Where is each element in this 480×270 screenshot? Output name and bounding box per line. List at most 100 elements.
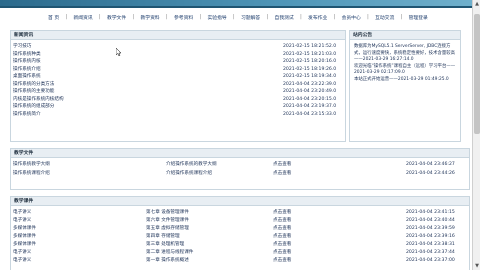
cw-view: 点击查看 (273, 250, 291, 257)
view-link[interactable]: 点击查看 (273, 218, 291, 223)
nav-separator: | (166, 14, 168, 20)
news-link[interactable]: 操作系统种类 (13, 52, 41, 57)
cw-chapter: 第一章 操作系统概述 (146, 258, 189, 265)
news-date: 2021-04-04 23:15:33.0 (283, 112, 336, 119)
news-link[interactable]: 桌面操作系统 (13, 74, 41, 79)
table-row: 操作系统教学大纲 (13, 162, 50, 169)
cw-date-text: 2021-04-04 23:39:59 (406, 226, 455, 231)
nav-interaction[interactable]: 互动交流 (375, 14, 394, 21)
table-row: 电子讲义 (13, 250, 31, 257)
list-item: 操作系统内核 (13, 59, 41, 66)
scroll-down-arrow-icon[interactable]: ▼ (474, 263, 480, 269)
file-name-link[interactable]: 操作系统课程介绍 (13, 171, 50, 176)
nav-lab-guide[interactable]: 实验指导 (208, 14, 227, 21)
nav-teaching-files[interactable]: 教学文件 (107, 14, 126, 21)
news-date-text: 2021-02-15 18:20:16.0 (283, 59, 337, 64)
cw-date: 2021-04-04 23:37:00 (406, 258, 455, 265)
table-row: 电子讲义 (13, 210, 31, 217)
cw-date-text: 2021-04-04 23:37:44 (406, 250, 455, 255)
nav-news[interactable]: 新闻资讯 (73, 14, 92, 21)
news-date: 2021-04-04 23:20:49.0 (283, 89, 336, 96)
cw-date: 2021-04-04 23:39:16 (406, 234, 455, 241)
cw-date: 2021-04-04 23:37:44 (406, 250, 455, 257)
scroll-up-arrow-icon[interactable]: ▲ (474, 1, 480, 7)
cw-chapter: 第五章 虚拟存储管理 (146, 226, 189, 233)
cw-chapter-text: 第五章 虚拟存储管理 (146, 226, 189, 231)
list-item: 学习技巧 (13, 44, 31, 51)
news-date-text: 2021-02-15 18:19:26.0 (283, 66, 337, 72)
cw-type: 多媒体课件 (13, 226, 36, 231)
cw-date-text: 2021-04-04 23:37:00 (406, 258, 455, 263)
file-view: 点击查看 (273, 162, 291, 169)
view-link[interactable]: 点击查看 (273, 226, 291, 231)
news-link[interactable]: 操作系统简介 (13, 112, 41, 117)
news-link[interactable]: 学习技巧 (13, 44, 31, 49)
view-link[interactable]: 点击查看 (273, 234, 291, 239)
cw-date-text: 2021-04-04 23:38:31 (406, 242, 455, 247)
cw-type: 电子讲义 (13, 210, 32, 215)
news-link[interactable]: 内核是操作系统内核结构 (13, 97, 64, 102)
file-date: 2021-04-04 23:44:26 (406, 171, 455, 178)
news-date: 2021-02-15 18:19:26.0 (283, 67, 336, 74)
notice-panel: 站内公告 数据库为MySQL5.1 ServerServer, JDBC连接方式… (349, 30, 461, 142)
list-item: 操作系统的组成部分 (13, 104, 54, 111)
cw-chapter-text: 第七章 设备管理课件 (146, 210, 189, 215)
news-date-text: 2021-02-15 18:19:34.0 (283, 74, 337, 79)
news-panel-title: 新闻资讯 (11, 31, 345, 40)
nav-separator: | (266, 14, 269, 20)
nav-separator: | (98, 14, 101, 20)
nav-home[interactable]: 首 页 (48, 14, 59, 21)
file-desc: 介绍操作系统课程介绍 (166, 171, 212, 178)
news-link[interactable]: 操作系统的主要功能 (13, 89, 54, 94)
news-link[interactable]: 操作系统介绍 (13, 67, 41, 72)
file-desc-text: 介绍操作系统课程介绍 (166, 171, 212, 176)
view-link[interactable]: 点击查看 (273, 162, 291, 167)
cw-date-text: 2021-04-04 23:40:44 (406, 218, 455, 223)
table-row: 电子讲义 (13, 258, 31, 265)
list-item: 桌面操作系统 (13, 74, 41, 81)
news-date: 2021-02-15 18:19:34.0 (283, 74, 336, 81)
view-link[interactable]: 点击查看 (273, 171, 291, 176)
news-date: 2021-04-04 23:20:15.0 (283, 97, 336, 104)
cw-date: 2021-04-04 23:40:44 (406, 218, 455, 225)
view-link[interactable]: 点击查看 (273, 210, 291, 215)
view-link[interactable]: 点击查看 (273, 242, 291, 247)
nav-reference[interactable]: 参考资料 (174, 14, 193, 21)
nav-separator: | (400, 14, 403, 20)
nav-exercises[interactable]: 习题解答 (241, 14, 260, 21)
cw-chapter-text: 第六章 文件管理课件 (146, 218, 189, 223)
nav-teaching-materials[interactable]: 教学资料 (140, 14, 159, 21)
cw-date: 2021-04-04 23:39:59 (406, 226, 455, 233)
news-date: 2021-04-04 23:22:39.0 (283, 82, 336, 89)
main-nav: 首 页 | 新闻资讯 | 教学文件 | 教学资料 | 参考资料 | 实验指导 | 习题解答 |… (48, 12, 428, 22)
news-date-text: 2021-04-04 23:20:15.0 (283, 96, 337, 102)
table-row: 多媒体课件 (13, 234, 36, 241)
nav-self-test[interactable]: 自我测试 (275, 14, 294, 21)
cw-type: 电子讲义 (13, 218, 32, 223)
table-row: 电子讲义 (13, 218, 31, 225)
view-link[interactable]: 点击查看 (273, 258, 291, 263)
news-link[interactable]: 操作系统的组成部分 (13, 104, 54, 109)
cw-view: 点击查看 (273, 210, 291, 217)
news-link[interactable]: 操作系统内核 (13, 59, 41, 64)
file-date: 2021-04-04 23:46:27 (406, 162, 455, 169)
nav-admin-login[interactable]: 管理登录 (409, 14, 428, 21)
list-item: 操作系统的主要功能 (13, 89, 54, 96)
nav-separator: | (333, 14, 336, 20)
table-row: 多媒体课件 (13, 226, 36, 233)
cw-chapter-text: 第一章 操作系统概述 (146, 258, 189, 263)
cw-date-text: 2021-04-04 23:39:16 (406, 234, 455, 239)
courseware-title: 教学课件 (11, 197, 469, 206)
news-link[interactable]: 操作系统的分类方法 (13, 82, 54, 87)
view-link[interactable]: 点击查看 (273, 250, 291, 255)
news-date: 2021-02-15 18:21:03.0 (283, 52, 336, 59)
nav-separator: | (367, 14, 369, 20)
nav-homework[interactable]: 发布作业 (308, 14, 327, 21)
nav-member-center[interactable]: 会员中心 (342, 14, 361, 21)
scrollbar-thumb[interactable] (474, 14, 480, 134)
news-date: 2021-02-15 18:21:52.0 (283, 44, 336, 51)
file-desc-text: 介绍操作系统的教学大纲 (166, 162, 217, 167)
table-row: 操作系统课程介绍 (13, 171, 50, 178)
window-scrollbar[interactable]: ▲ ▼ (472, 0, 480, 270)
file-name-link[interactable]: 操作系统教学大纲 (13, 162, 50, 167)
